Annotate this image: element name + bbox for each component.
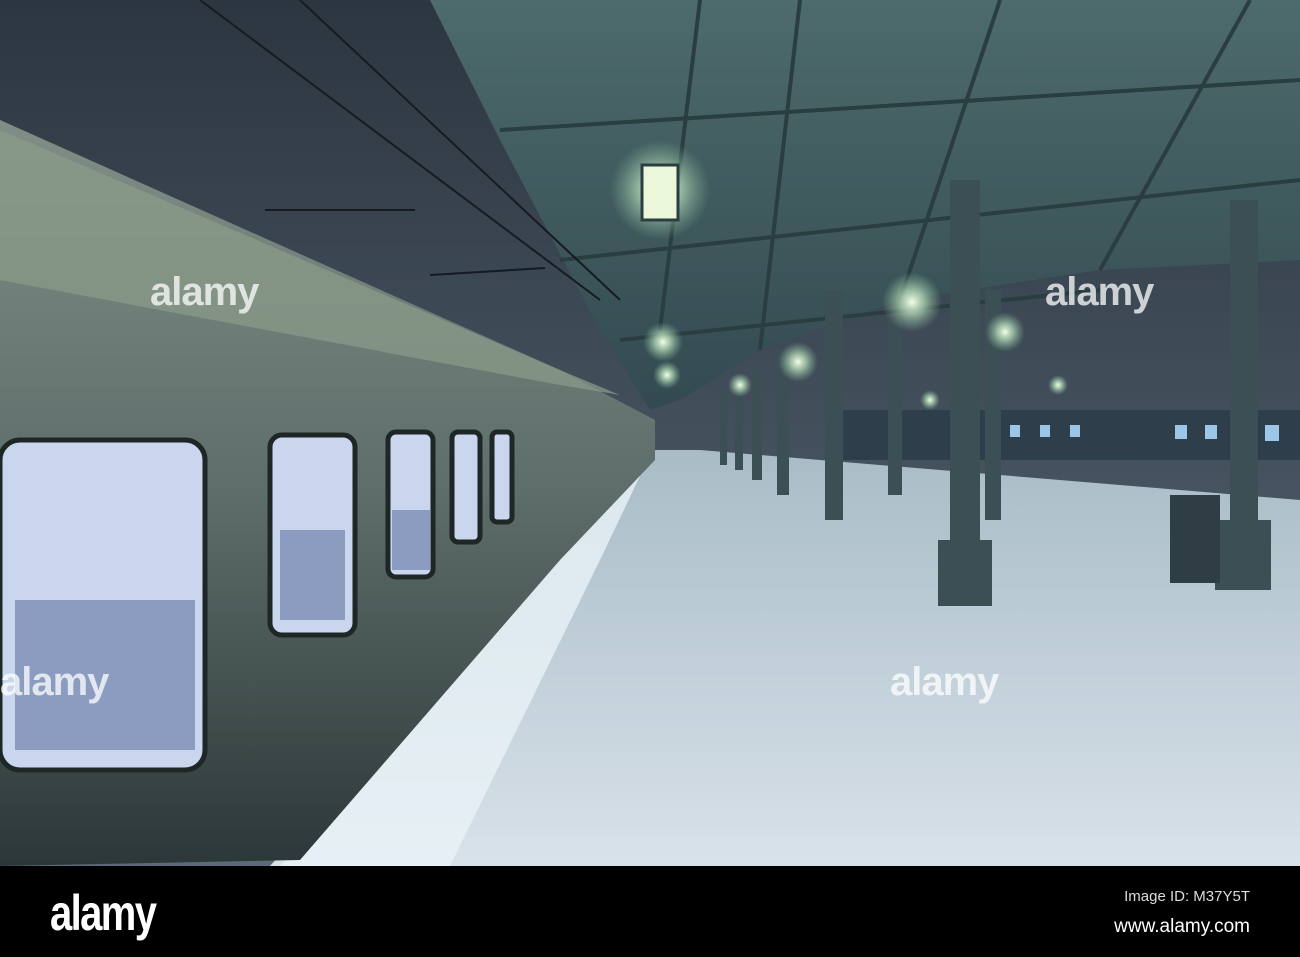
watermark: alamy <box>890 660 999 704</box>
watermark: alamy <box>150 270 259 314</box>
stock-photo-page: alamy alamy alamy alamy alamy Image ID: … <box>0 0 1300 957</box>
alamy-logo[interactable]: alamy <box>50 884 157 942</box>
website-link[interactable]: www.alamy.com <box>1114 916 1250 938</box>
footer-bar: alamy Image ID: M37Y5T www.alamy.com <box>0 866 1300 957</box>
image-id: Image ID: M37Y5T <box>1124 888 1250 905</box>
watermark: alamy <box>0 660 109 704</box>
photo <box>0 0 1300 866</box>
watermark: alamy <box>1045 270 1154 314</box>
